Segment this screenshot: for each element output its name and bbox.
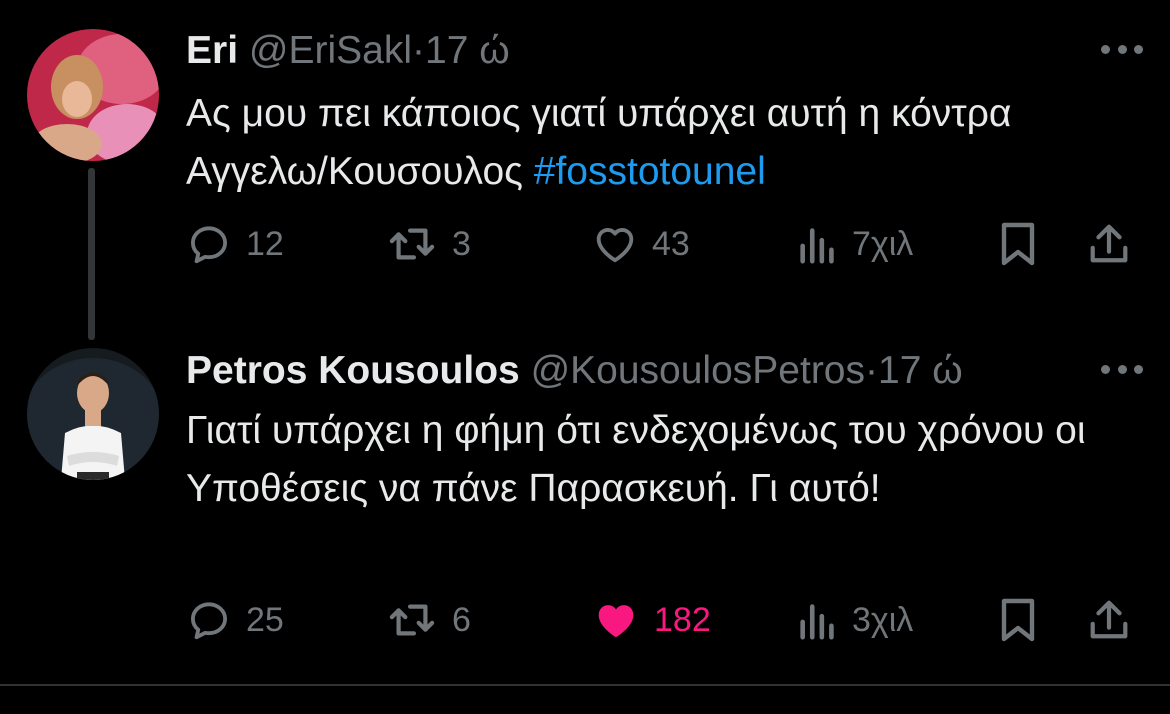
avatar[interactable] bbox=[27, 29, 159, 161]
more-icon[interactable] bbox=[1101, 362, 1143, 376]
share-icon bbox=[1090, 224, 1128, 263]
user-handle[interactable]: @KousoulosPetros bbox=[531, 349, 865, 392]
bookmark-icon bbox=[1001, 598, 1035, 642]
action-bar: 12 3 43 7χιλ bbox=[186, 216, 1143, 272]
reply-count: 25 bbox=[246, 600, 284, 639]
like-count: 182 bbox=[654, 600, 711, 639]
display-name[interactable]: Eri bbox=[186, 29, 238, 72]
tweet-text: Γιατί υπάρχει η φήμη ότι ενδεχομένως του… bbox=[186, 402, 1136, 518]
bookmark-button[interactable] bbox=[998, 592, 1038, 648]
tweet[interactable]: Petros Kousoulos @KousoulosPetros·17 ώ Γ… bbox=[0, 330, 1170, 685]
like-button[interactable]: 182 bbox=[592, 592, 711, 648]
repost-button[interactable]: 6 bbox=[386, 592, 471, 648]
reply-icon bbox=[190, 226, 228, 264]
separator-dot: · bbox=[865, 349, 878, 392]
thread-line bbox=[88, 168, 95, 340]
reply-button[interactable]: 25 bbox=[186, 592, 284, 648]
divider bbox=[0, 684, 1170, 686]
repost-icon bbox=[389, 604, 435, 636]
timestamp[interactable]: 17 ώ bbox=[878, 349, 963, 392]
views-button[interactable]: 7χιλ bbox=[798, 216, 913, 272]
like-icon bbox=[598, 605, 634, 638]
timestamp[interactable]: 17 ώ bbox=[425, 29, 510, 72]
like-icon bbox=[596, 228, 634, 263]
view-count: 7χιλ bbox=[852, 224, 914, 263]
hashtag-link[interactable]: #fosstotounel bbox=[534, 150, 766, 193]
reply-count: 12 bbox=[246, 224, 284, 263]
reply-button[interactable]: 12 bbox=[186, 216, 284, 272]
view-count: 3χιλ bbox=[852, 600, 914, 639]
share-button[interactable] bbox=[1086, 592, 1132, 648]
repost-button[interactable]: 3 bbox=[386, 216, 471, 272]
tweet-header: Petros Kousoulos @KousoulosPetros·17 ώ bbox=[186, 351, 963, 390]
tweet-header: Eri @EriSakl·17 ώ bbox=[186, 31, 510, 70]
bookmark-icon bbox=[1001, 222, 1035, 266]
action-bar: 25 6 182 3χιλ bbox=[186, 592, 1143, 648]
tweet-text-body: Γιατί υπάρχει η φήμη ότι ενδεχομένως του… bbox=[186, 409, 1086, 510]
views-button[interactable]: 3χιλ bbox=[798, 592, 913, 648]
more-icon[interactable] bbox=[1101, 42, 1143, 56]
share-button[interactable] bbox=[1086, 216, 1132, 272]
like-button[interactable]: 43 bbox=[592, 216, 690, 272]
like-count: 43 bbox=[652, 224, 690, 263]
repost-count: 6 bbox=[452, 600, 471, 639]
views-icon bbox=[800, 604, 834, 640]
avatar[interactable] bbox=[27, 348, 159, 480]
bookmark-button[interactable] bbox=[998, 216, 1038, 272]
reply-icon bbox=[190, 602, 228, 640]
tweet[interactable]: Eri @EriSakl·17 ώ Ας μου πει κάποιος για… bbox=[0, 0, 1170, 340]
repost-count: 3 bbox=[452, 224, 471, 263]
tweet-text: Ας μου πει κάποιος γιατί υπάρχει αυτή η … bbox=[186, 85, 1136, 201]
display-name[interactable]: Petros Kousoulos bbox=[186, 349, 520, 392]
views-icon bbox=[800, 228, 834, 264]
user-handle[interactable]: @EriSakl bbox=[249, 29, 412, 72]
separator-dot: · bbox=[412, 29, 425, 72]
repost-icon bbox=[389, 228, 435, 260]
share-icon bbox=[1090, 600, 1128, 639]
